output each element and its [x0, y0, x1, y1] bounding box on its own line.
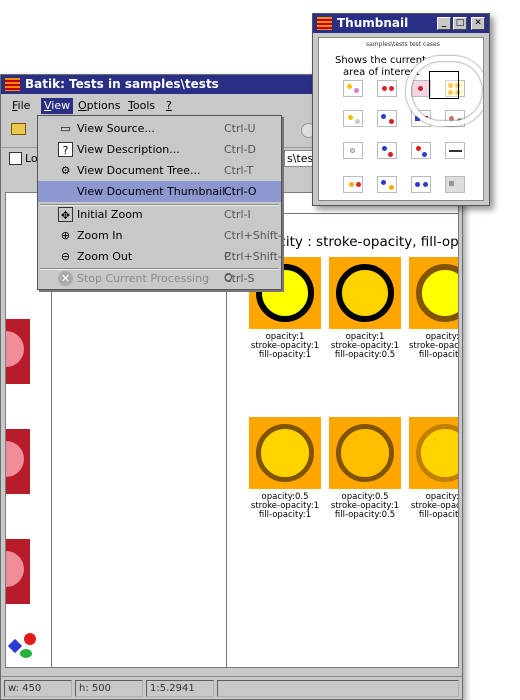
- thumbnail-page-title: samples\tests test cases: [366, 41, 440, 48]
- status-message: [217, 680, 459, 697]
- thumbnail-sample: [377, 110, 397, 127]
- opacity-sample-6: opacity:0stroke-opacity:0fill-opacity:1: [409, 417, 458, 520]
- stop-icon: ✕: [58, 271, 73, 286]
- sample-caption: opacity:1 stroke-opacity:1 fill-opacity:1: [250, 332, 320, 360]
- sample-circle: [416, 264, 458, 322]
- thumbnail-sample: [343, 80, 363, 97]
- opacity-sample-3: opacity:1stroke-opacity:0.5fill-opacity:…: [409, 257, 458, 360]
- opacity-sample-4: opacity:0.5 stroke-opacity:1 fill-opacity:…: [249, 417, 321, 520]
- sample-circle: [416, 424, 458, 482]
- sample-circle: [256, 424, 314, 482]
- menu-view[interactable]: View: [41, 98, 74, 114]
- menu-item-view-source[interactable]: ▭ View Source... Ctrl-U: [38, 118, 281, 139]
- thumbnail-title: Thumbnail: [337, 16, 409, 30]
- initial-zoom-icon: ✥: [58, 207, 73, 222]
- thumbnail-sample: [411, 142, 431, 159]
- menu-item-view-document-thumbnail[interactable]: View Document Thumbnail... Ctrl-O: [38, 181, 281, 202]
- thumbnail-sample: [343, 142, 363, 159]
- menu-help[interactable]: ?: [163, 98, 175, 114]
- thumbnail-sample: [411, 176, 431, 193]
- red-sample-block: [6, 539, 30, 604]
- location-label: Lo: [25, 152, 38, 165]
- menu-options[interactable]: Options: [75, 98, 123, 114]
- sample-caption: opacity:0.5 stroke-opacity:1 fill-opacity:…: [330, 492, 400, 520]
- maximize-icon[interactable]: □: [453, 17, 467, 30]
- view-description-icon: ?: [58, 142, 73, 157]
- zoom-in-icon: ⊕: [60, 229, 71, 242]
- red-sample-block: [6, 319, 30, 384]
- status-height: h: 500: [75, 680, 143, 697]
- sample-caption: opacity:1stroke-opacity:0.5fill-opacity:…: [409, 332, 458, 360]
- view-menu-popup: ▭ View Source... Ctrl-U ? View Descriptio…: [37, 115, 282, 290]
- thumbnail-sample: [343, 110, 363, 127]
- status-bar: w: 450 h: 500 1:5.2941: [1, 676, 462, 699]
- batik-logo-icon: [317, 17, 332, 30]
- screenshot: Batik: Tests in samples\tests File View …: [0, 0, 520, 700]
- thumbnail-sample: [445, 142, 465, 159]
- menu-item-view-document-tree[interactable]: ⚙ View Document Tree... Ctrl-T: [38, 160, 281, 181]
- sample-circle: [336, 264, 394, 322]
- thumbnail-sample: [343, 176, 363, 193]
- view-source-icon: ▭: [60, 122, 71, 135]
- thumbnail-sample: [377, 176, 397, 193]
- opacity-sample-5: opacity:0.5 stroke-opacity:1 fill-opacity:…: [329, 417, 401, 520]
- window-title: Batik: Tests in samples\tests: [25, 77, 219, 91]
- sample-caption: opacity:1 stroke-opacity:1 fill-opacity:0.…: [330, 332, 400, 360]
- menu-item-initial-zoom[interactable]: ✥ Initial Zoom Ctrl-I: [38, 204, 281, 225]
- opacity-sample-2: opacity:1 stroke-opacity:1 fill-opacity:0.…: [329, 257, 401, 360]
- thumbnail-sample: [377, 80, 397, 97]
- minimize-icon[interactable]: _: [437, 17, 451, 30]
- tree-icon: ⚙: [60, 164, 71, 177]
- thumbnail-canvas[interactable]: samples\tests test cases Shows the curre…: [318, 37, 484, 201]
- menu-item-zoom-in[interactable]: ⊕ Zoom In Ctrl+Shift-P: [38, 225, 282, 263]
- zoom-out-icon: ⊖: [60, 250, 71, 263]
- open-folder-icon[interactable]: [11, 123, 26, 135]
- sample-circle: [336, 424, 394, 482]
- thumbnail-sample: [445, 176, 465, 193]
- menu-item-view-description[interactable]: ? View Description... Ctrl-D: [38, 139, 281, 160]
- red-sample-block: [6, 429, 30, 494]
- menu-tools[interactable]: Tools: [125, 98, 158, 114]
- close-icon[interactable]: ✕: [471, 17, 485, 30]
- status-scale: 1:5.2941: [146, 680, 214, 697]
- thumbnail-title-bar[interactable]: Thumbnail _ □ ✕: [313, 14, 489, 33]
- thumbnail-window: Thumbnail _ □ ✕ samples\tests test cases: [312, 13, 490, 206]
- thumbnail-sample: [377, 142, 397, 159]
- area-of-interest-box[interactable]: [429, 71, 459, 99]
- batik-flowers-logo: [7, 633, 42, 663]
- sample-caption: opacity:0.5 stroke-opacity:1 fill-opacity:…: [250, 492, 320, 520]
- menu-item-zoom-out[interactable]: ⊖ Zoom Out Ctrl+Shift-O: [38, 246, 282, 284]
- menu-item-stop-processing[interactable]: ✕ Stop Current Processing Ctrl-S: [38, 268, 281, 289]
- batik-logo-icon: [5, 78, 20, 91]
- document-icon: [9, 152, 22, 165]
- status-width: w: 450: [4, 680, 72, 697]
- sample-caption: opacity:0stroke-opacity:0fill-opacity:1: [410, 492, 458, 520]
- menu-file[interactable]: File: [9, 98, 33, 114]
